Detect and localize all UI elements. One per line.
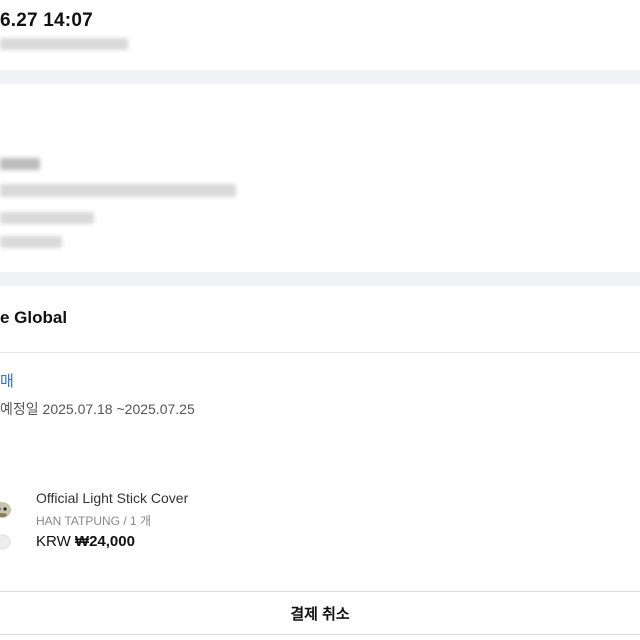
shop-name[interactable]: e Global xyxy=(0,308,67,328)
price-currency: KRW xyxy=(36,533,71,550)
shipment-status: 매 xyxy=(0,373,14,390)
divider xyxy=(0,352,640,353)
shipping-address-section xyxy=(0,84,640,272)
product-price: KRW ₩24,000 xyxy=(36,533,135,550)
order-header: 6.27 14:07 xyxy=(0,0,640,70)
order-detail-page: 6.27 14:07 e Global 매 예정일 2025.07.18 ~20… xyxy=(0,0,640,640)
shop-order-section: e Global 매 예정일 2025.07.18 ~2025.07.25 Of… xyxy=(0,286,640,590)
section-separator xyxy=(0,272,640,286)
recipient-name-redacted xyxy=(0,158,40,170)
order-datetime: 6.27 14:07 xyxy=(0,10,93,31)
product-option: HAN TATPUNG / 1 개 xyxy=(36,514,152,528)
address-line-redacted xyxy=(0,184,236,197)
cancel-payment-button[interactable]: 결제 취소 xyxy=(0,591,640,635)
estimated-delivery-date: 예정일 2025.07.18 ~2025.07.25 xyxy=(0,401,195,417)
order-number-redacted xyxy=(0,38,128,50)
light-stick-cover-icon[interactable] xyxy=(0,498,12,554)
address-detail-redacted xyxy=(0,212,94,224)
phone-redacted xyxy=(0,236,62,248)
product-name[interactable]: Official Light Stick Cover xyxy=(36,490,188,506)
price-amount: ₩24,000 xyxy=(74,533,135,550)
section-separator xyxy=(0,70,640,84)
